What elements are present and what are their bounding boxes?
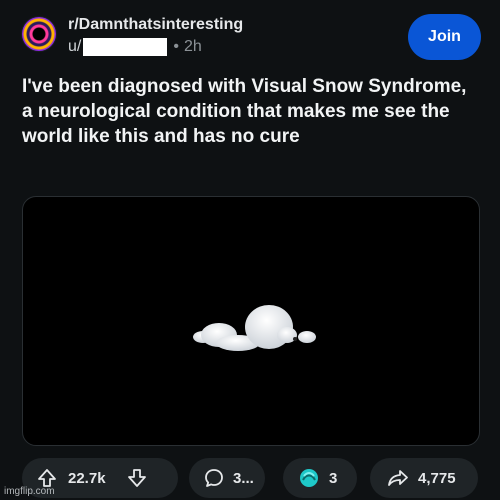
author-redaction — [83, 38, 168, 56]
share-button[interactable]: 4,775 — [370, 458, 478, 498]
join-button[interactable]: Join — [408, 14, 481, 60]
upvote-count: 22.7k — [68, 469, 106, 487]
post-time: 2h — [183, 38, 202, 55]
comment-icon — [203, 467, 225, 489]
post-media[interactable] — [22, 196, 480, 446]
reddit-post: r/Damnthatsinteresting u/ • 2h Join I've… — [0, 0, 500, 500]
share-icon — [386, 467, 410, 489]
imgflip-watermark: imgflip.com — [4, 486, 55, 497]
award-button[interactable]: 3 — [283, 458, 357, 498]
downvote-icon[interactable] — [126, 467, 148, 489]
post-title[interactable]: I've been diagnosed with Visual Snow Syn… — [22, 74, 482, 149]
subreddit-avatar[interactable] — [22, 17, 56, 51]
author-prefix[interactable]: u/ — [68, 38, 81, 56]
share-count: 4,775 — [418, 469, 456, 487]
award-icon — [297, 466, 321, 490]
comment-count: 3... — [233, 469, 254, 487]
comment-button[interactable]: 3... — [189, 458, 265, 498]
snow-figure-image — [193, 305, 316, 351]
award-count: 3 — [329, 469, 338, 487]
author-row: u/ • 2h — [68, 38, 202, 56]
separator-dot: • — [173, 38, 179, 55]
subreddit-name[interactable]: r/Damnthatsinteresting — [68, 16, 243, 34]
